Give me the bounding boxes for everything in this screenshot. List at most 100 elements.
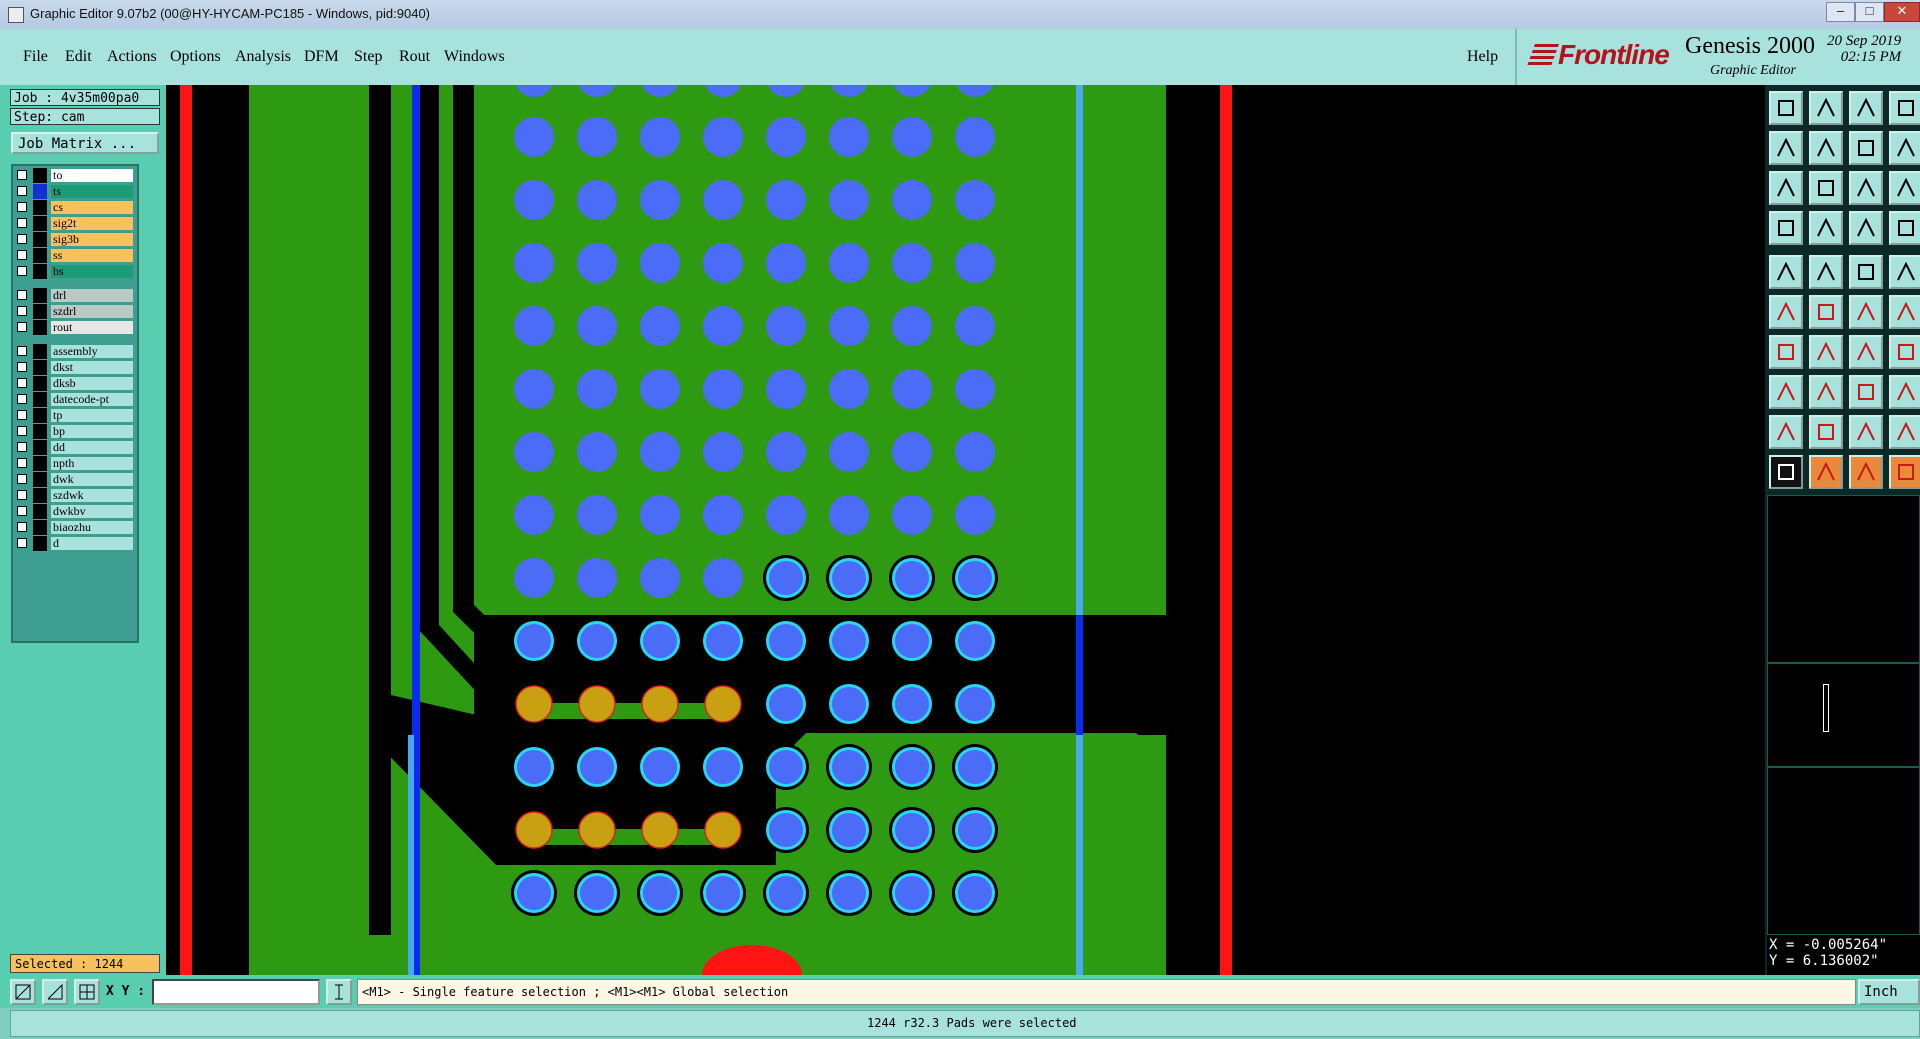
pad[interactable] <box>514 180 554 220</box>
menu-options[interactable]: Options <box>170 48 221 66</box>
pad[interactable] <box>958 687 992 721</box>
cross-delete-button[interactable] <box>1809 295 1843 329</box>
layer-name[interactable]: dwkbv <box>51 505 133 518</box>
pad[interactable] <box>892 180 932 220</box>
zoom-in-button[interactable] <box>1769 171 1803 205</box>
angle-button[interactable] <box>1769 335 1803 369</box>
pad[interactable] <box>895 561 929 595</box>
pad-highlighted[interactable] <box>704 685 742 723</box>
layer-name[interactable]: bs <box>51 265 133 278</box>
close-button[interactable]: ✕ <box>1884 2 1920 22</box>
layer-row-to[interactable]: to <box>15 168 135 183</box>
layer-name[interactable]: sig3b <box>51 233 133 246</box>
pad[interactable] <box>958 876 992 910</box>
pad[interactable] <box>706 750 740 784</box>
pad[interactable] <box>640 558 680 598</box>
menu-edit[interactable]: Edit <box>65 48 92 66</box>
select-alt-button[interactable] <box>1849 455 1883 489</box>
pad-add-button[interactable] <box>1769 255 1803 289</box>
layer-name[interactable]: bp <box>51 425 133 438</box>
break-line-button[interactable] <box>1889 335 1920 369</box>
pad[interactable] <box>769 813 803 847</box>
layer-name[interactable]: szdwk <box>51 489 133 502</box>
zoom-center-button[interactable] <box>1809 171 1843 205</box>
layer-checkbox[interactable] <box>17 266 27 276</box>
menu-dfm[interactable]: DFM <box>304 48 339 66</box>
pad[interactable] <box>769 561 803 595</box>
node-move-button[interactable] <box>1849 295 1883 329</box>
step-view-button[interactable] <box>1889 131 1920 165</box>
pad[interactable] <box>832 561 866 595</box>
layer-checkbox[interactable] <box>17 290 27 300</box>
pad[interactable] <box>640 369 680 409</box>
pad[interactable] <box>766 495 806 535</box>
pad[interactable] <box>892 369 932 409</box>
xy-input[interactable] <box>152 979 320 1005</box>
job-matrix-button[interactable]: Job Matrix ... <box>11 132 159 154</box>
measure-button[interactable] <box>42 979 68 1005</box>
zoom-fit-button[interactable] <box>1809 91 1843 125</box>
layer-row-rout[interactable]: rout <box>15 320 135 335</box>
layer-name[interactable]: tp <box>51 409 133 422</box>
pad[interactable] <box>577 117 617 157</box>
zoom-house-button[interactable] <box>1849 91 1883 125</box>
cursor-mode-button[interactable] <box>326 979 352 1005</box>
layer-checkbox[interactable] <box>17 346 27 356</box>
zoom-home-button[interactable] <box>1769 91 1803 125</box>
pad[interactable] <box>829 369 869 409</box>
pad[interactable] <box>514 432 554 472</box>
pad[interactable] <box>577 243 617 283</box>
copy-button[interactable] <box>1769 375 1803 409</box>
layer-row-bp[interactable]: bp <box>15 424 135 439</box>
pad[interactable] <box>892 117 932 157</box>
layer-checkbox[interactable] <box>17 490 27 500</box>
route-button[interactable] <box>1889 455 1920 489</box>
pad[interactable] <box>640 495 680 535</box>
pad-highlighted[interactable] <box>578 811 616 849</box>
maximize-button[interactable]: □ <box>1855 2 1884 22</box>
layer-row-dkst[interactable]: dkst <box>15 360 135 375</box>
pad[interactable] <box>955 432 995 472</box>
pad[interactable] <box>703 243 743 283</box>
frame-select-button[interactable] <box>1849 375 1883 409</box>
pad[interactable] <box>955 306 995 346</box>
menu-analysis[interactable]: Analysis <box>235 48 291 66</box>
layer-row-sig2t[interactable]: sig2t <box>15 216 135 231</box>
pad[interactable] <box>766 306 806 346</box>
help-query-button[interactable] <box>1889 171 1920 205</box>
triangle-dual-button[interactable] <box>1849 415 1883 449</box>
pad[interactable] <box>703 558 743 598</box>
pad[interactable] <box>829 243 869 283</box>
pad[interactable] <box>640 243 680 283</box>
pad[interactable] <box>892 495 932 535</box>
layer-checkbox[interactable] <box>17 378 27 388</box>
pad[interactable] <box>829 495 869 535</box>
pad[interactable] <box>643 876 677 910</box>
units-button[interactable]: Inch <box>1858 979 1920 1005</box>
layer-checkbox[interactable] <box>17 202 27 212</box>
layer-row-d[interactable]: d <box>15 536 135 551</box>
pad[interactable] <box>517 876 551 910</box>
pad-highlighted[interactable] <box>641 685 679 723</box>
pad-highlighted[interactable] <box>515 685 553 723</box>
pad[interactable] <box>514 117 554 157</box>
vertex-button[interactable] <box>1889 295 1920 329</box>
surface-add-button[interactable] <box>1889 255 1920 289</box>
zoom-box-button[interactable] <box>10 979 36 1005</box>
layer-checkbox[interactable] <box>17 410 27 420</box>
pad[interactable] <box>577 432 617 472</box>
layer-row-datecode-pt[interactable]: datecode-pt <box>15 392 135 407</box>
pad[interactable] <box>955 243 995 283</box>
pad[interactable] <box>580 876 614 910</box>
pad[interactable] <box>769 876 803 910</box>
layer-row-szdwk[interactable]: szdwk <box>15 488 135 503</box>
pad[interactable] <box>829 180 869 220</box>
pad[interactable] <box>703 432 743 472</box>
text-add-button[interactable] <box>1849 255 1883 289</box>
pad[interactable] <box>703 369 743 409</box>
layer-checkbox[interactable] <box>17 218 27 228</box>
layer-checkbox[interactable] <box>17 458 27 468</box>
snap-dots-button[interactable] <box>1889 211 1920 245</box>
pad[interactable] <box>640 432 680 472</box>
minimize-button[interactable]: – <box>1826 2 1855 22</box>
